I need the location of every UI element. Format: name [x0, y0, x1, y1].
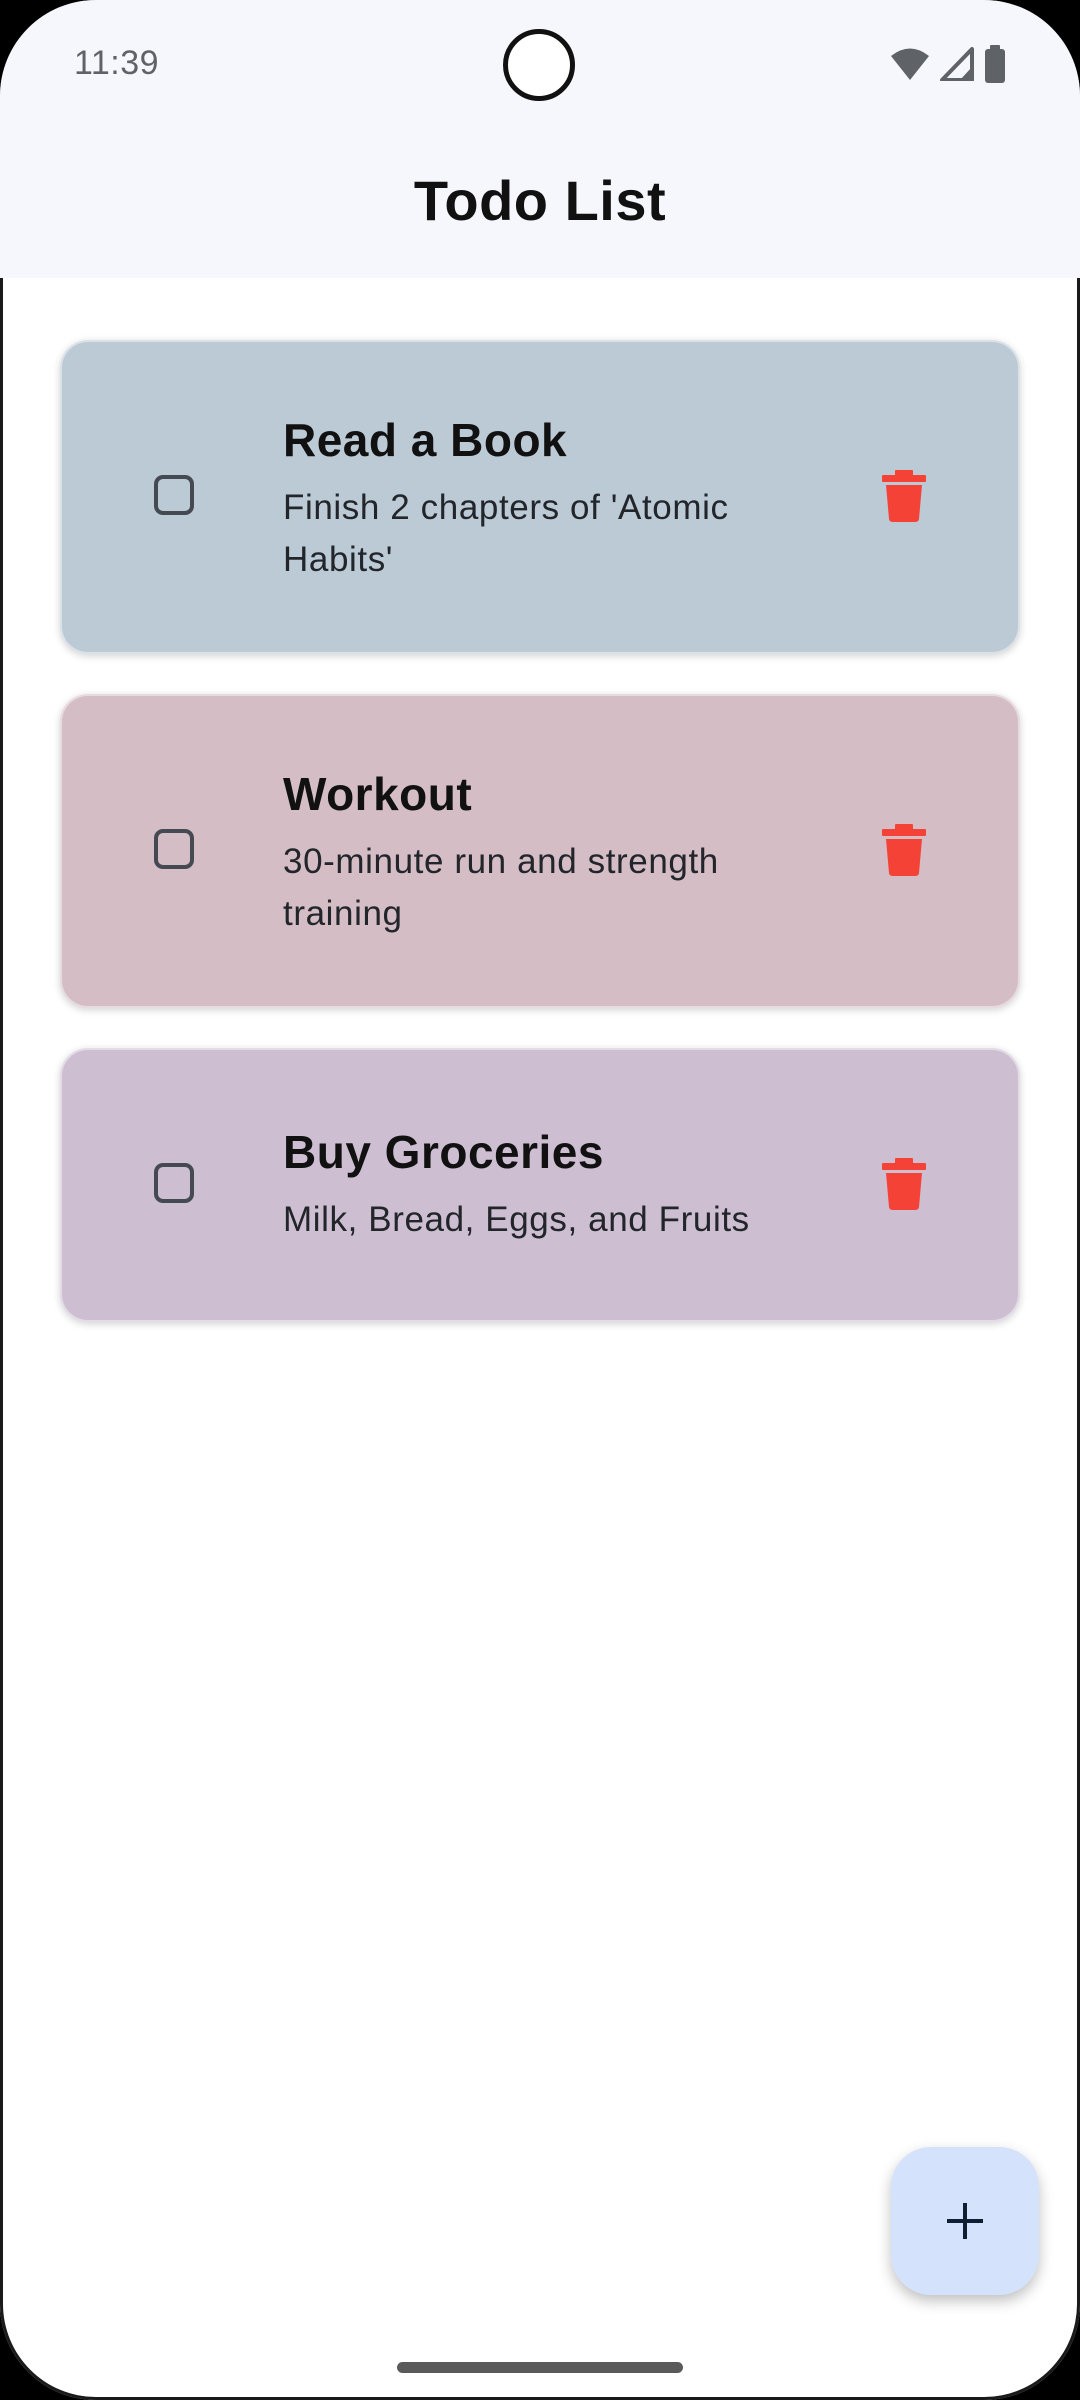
todo-card[interactable]: Read a Book Finish 2 chapters of 'Atomic…	[60, 340, 1020, 654]
todo-title: Workout	[283, 768, 473, 820]
status-icons	[890, 44, 1006, 84]
todo-text: Buy Groceries Milk, Bread, Eggs, and Fru…	[283, 1124, 803, 1246]
cellular-signal-icon	[940, 47, 974, 81]
wifi-icon	[891, 48, 929, 80]
front-camera-cutout	[503, 29, 575, 101]
screen: 11:39 Todo List Read a Book Finish 2 cha…	[0, 0, 1080, 2400]
home-indicator[interactable]	[397, 2362, 683, 2373]
todo-checkbox[interactable]	[154, 475, 194, 515]
todo-description: Milk, Bread, Eggs, and Fruits	[283, 1200, 750, 1239]
battery-icon	[985, 45, 1005, 83]
top-app-area: 11:39 Todo List	[0, 0, 1080, 278]
todo-description: Finish 2 chapters of 'Atomic Habits'	[283, 488, 729, 579]
todo-title: Read a Book	[283, 414, 568, 466]
add-todo-button[interactable]	[891, 2147, 1039, 2295]
todo-card[interactable]: Buy Groceries Milk, Bread, Eggs, and Fru…	[60, 1048, 1020, 1322]
todo-text: Read a Book Finish 2 chapters of 'Atomic…	[283, 412, 803, 586]
page-title: Todo List	[413, 169, 667, 232]
todo-title: Buy Groceries	[283, 1126, 604, 1178]
todo-checkbox[interactable]	[154, 829, 194, 869]
trash-icon[interactable]	[882, 470, 926, 522]
trash-icon[interactable]	[882, 824, 926, 876]
todo-card[interactable]: Workout 30-minute run and strength train…	[60, 694, 1020, 1008]
todo-text: Workout 30-minute run and strength train…	[283, 766, 803, 940]
status-time: 11:39	[74, 44, 160, 82]
todo-description: 30-minute run and strength training	[283, 842, 719, 933]
trash-icon[interactable]	[882, 1158, 926, 1210]
plus-icon	[947, 2203, 983, 2239]
todo-checkbox[interactable]	[154, 1163, 194, 1203]
